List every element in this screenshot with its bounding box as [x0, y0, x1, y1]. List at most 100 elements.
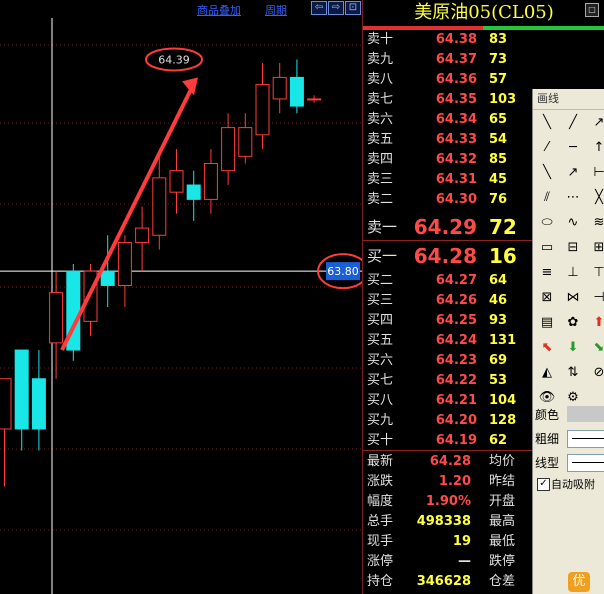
candle-body	[14, 349, 29, 430]
down-right-arrow-icon[interactable]: ⬊	[589, 338, 604, 358]
fibonacci-icon[interactable]: ≡	[537, 263, 557, 283]
arrow-right-icon[interactable]: ⇨	[328, 1, 344, 15]
ask-row[interactable]: 卖九 64.37 73	[363, 50, 604, 70]
bid-volume: 53	[489, 373, 508, 388]
bid-price: 64.19	[435, 433, 477, 448]
ask-volume: 76	[489, 192, 508, 207]
up-left-arrow-icon[interactable]: ⬉	[537, 338, 557, 358]
thickness-select[interactable]	[567, 430, 604, 448]
bid-price: 64.27	[435, 273, 477, 288]
bid-volume: 46	[489, 293, 508, 308]
ask-volume: 103	[489, 92, 517, 107]
trend-line-icon[interactable]: ╲	[537, 163, 557, 183]
ruler-icon[interactable]: ▤	[537, 313, 557, 333]
dotted-line-icon[interactable]: ⋯	[563, 188, 583, 208]
bid-volume: 131	[489, 333, 517, 348]
down-arrow-icon[interactable]: ⬇	[563, 338, 583, 358]
line-segment-icon[interactable]: ╲	[537, 113, 557, 133]
price-tag-label: 63.80	[327, 265, 359, 278]
bid-label: 买三	[367, 293, 394, 308]
ask-volume: 83	[489, 32, 508, 47]
candle-body	[307, 98, 322, 101]
eye-icon[interactable]: 👁	[537, 388, 557, 408]
stat-label-2: 最低	[489, 534, 516, 549]
bid-price: 64.24	[435, 333, 477, 348]
bid1-price: 64.28	[413, 244, 477, 268]
bid-label: 买八	[367, 393, 394, 408]
bid-label: 买五	[367, 333, 394, 348]
horizontal-line-icon[interactable]: ─	[563, 138, 583, 158]
ask-label: 卖六	[367, 112, 394, 127]
time-zone-icon[interactable]: ⊣	[589, 288, 604, 308]
parallel-line-icon[interactable]: ⁄	[537, 138, 557, 158]
cross-line-icon[interactable]: ╳	[589, 188, 604, 208]
ask-label: 卖四	[367, 152, 394, 167]
hide-icon[interactable]: ⊘	[589, 363, 604, 383]
ask-volume: 65	[489, 112, 508, 127]
kline-chart-area[interactable]: 64.39 63.80 商品叠加 周期 ⇦ ⇨ ⊡	[0, 0, 362, 594]
gann-box-icon[interactable]: ⊟	[563, 238, 583, 258]
ask-row[interactable]: 卖十 64.38 83	[363, 30, 604, 50]
candle-body	[49, 292, 64, 344]
candle-body	[255, 84, 270, 136]
vertical-line-icon[interactable]: ↑	[589, 138, 604, 158]
ask-row[interactable]: 卖八 64.36 57	[363, 70, 604, 90]
extended-arrow-icon[interactable]: ↗	[563, 163, 583, 183]
period-icon[interactable]: ⊥	[563, 263, 583, 283]
bid-volume: 93	[489, 313, 508, 328]
ask-price: 64.32	[435, 152, 477, 167]
wave-icon[interactable]: ∿	[563, 213, 583, 233]
eraser-icon[interactable]: ◭	[537, 363, 557, 383]
drawing-toolbox: 画线 ╲ ╱ ↗ ⁄ ─ ↑ ╲ ↗ ⊢ ⫽ ⋯ ╳ ⬭ ∿ ≋ ▭ ⊟ ⊞ ≡ ⊥ ⊤ ⊠ ⋈ ⊣ ▤ ✿ ⬆ ⬉ ⬇ ⬊ ◭ ⇅ ⊘ 👁 ⚙ 颜…	[532, 89, 604, 594]
overlay-link[interactable]: 商品叠加	[197, 2, 241, 18]
bid-label: 买七	[367, 373, 394, 388]
gann-fan-icon[interactable]: ⋈	[563, 288, 583, 308]
rectangle-icon[interactable]: ▭	[537, 238, 557, 258]
candle-body	[31, 378, 46, 430]
bid-volume: 128	[489, 413, 517, 428]
ask-volume: 57	[489, 72, 508, 87]
cycle-icon[interactable]: ✿	[563, 313, 583, 333]
parallel-channel-icon[interactable]: ⫽	[537, 188, 557, 208]
ask-label: 卖十	[367, 32, 394, 47]
arrow-line-icon[interactable]: ↗	[589, 113, 604, 133]
zoom-icon[interactable]: ⊡	[345, 1, 361, 15]
stat-value: 1.90%	[425, 494, 471, 509]
bid-price: 64.26	[435, 293, 477, 308]
candle-body	[117, 241, 132, 286]
chart-toolbar: 商品叠加 周期 ⇦ ⇨ ⊡	[0, 0, 362, 18]
speed-line-icon[interactable]: ⊠	[537, 288, 557, 308]
arrow-left-icon[interactable]: ⇦	[311, 1, 327, 15]
kline-chart[interactable]: 64.39 63.80	[0, 0, 362, 594]
stat-label-2: 昨结	[489, 474, 516, 489]
bid-label: 买四	[367, 313, 394, 328]
price-channel-icon[interactable]: ⊢	[589, 163, 604, 183]
candle-body	[135, 227, 150, 243]
sort-icon[interactable]: ⇅	[563, 363, 583, 383]
linetype-select[interactable]	[567, 454, 604, 472]
stat-label: 幅度	[367, 494, 394, 509]
panel-toggle-icon[interactable]: □	[585, 3, 599, 17]
ask-price: 64.37	[435, 52, 477, 67]
period-link[interactable]: 周期	[265, 2, 287, 18]
stat-label: 总手	[367, 514, 394, 529]
stat-value: 64.28	[429, 454, 471, 469]
stat-label: 持仓	[367, 574, 394, 589]
bid-label: 买二	[367, 273, 394, 288]
ellipse-icon[interactable]: ⬭	[537, 213, 557, 233]
app-badge[interactable]: 优	[568, 572, 590, 592]
ask1-volume: 72	[489, 215, 517, 239]
price-level-icon[interactable]: ⊤	[589, 263, 604, 283]
up-arrow-icon[interactable]: ⬆	[589, 313, 604, 333]
thickness-label: 粗细	[535, 432, 560, 446]
auto-snap-checkbox[interactable]: ✓	[537, 478, 550, 491]
color-swatch[interactable]	[567, 406, 604, 422]
fibonacci-fan-icon[interactable]: ≋	[589, 213, 604, 233]
ray-icon[interactable]: ╱	[563, 113, 583, 133]
stat-value: 1.20	[438, 474, 471, 489]
grid-icon[interactable]: ⊞	[589, 238, 604, 258]
ask-label: 卖七	[367, 92, 394, 107]
bid-label: 买九	[367, 413, 394, 428]
gear-icon[interactable]: ⚙	[563, 388, 583, 408]
ask-price: 64.31	[435, 172, 477, 187]
